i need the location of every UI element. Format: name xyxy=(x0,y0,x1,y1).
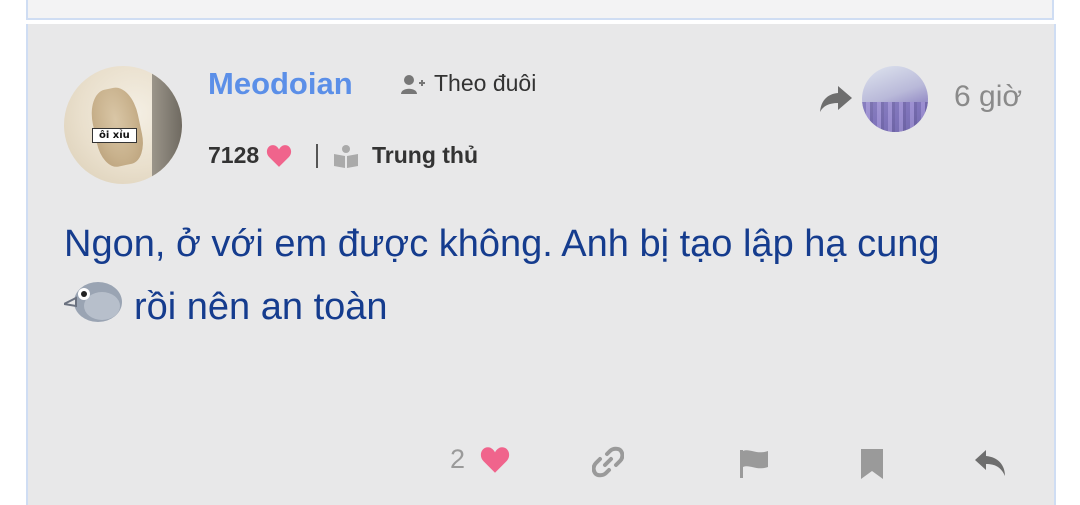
reply-button[interactable] xyxy=(974,448,1008,478)
avatar-cat xyxy=(86,84,148,170)
bird-emoji xyxy=(60,274,124,344)
rank-label: Trung thủ xyxy=(372,142,479,168)
report-button[interactable] xyxy=(738,448,770,480)
bookmark-button[interactable] xyxy=(860,448,884,480)
content-line-2-row: rồi nên an toàn xyxy=(60,274,1024,344)
follow-label: Theo đuôi xyxy=(434,70,537,96)
username-link[interactable]: Meodoian xyxy=(208,66,353,102)
heart-icon xyxy=(267,144,292,167)
previous-post-card xyxy=(26,0,1054,20)
share-icon[interactable] xyxy=(818,84,854,114)
copy-link-button[interactable] xyxy=(592,446,624,478)
avatar-caption: ôi xỉu xyxy=(92,128,137,143)
avatar-wall xyxy=(152,66,182,184)
like-heart-icon xyxy=(480,446,510,473)
user-rank: Trung thủ xyxy=(332,142,478,169)
divider xyxy=(316,144,318,168)
like-count: 2 xyxy=(450,444,466,474)
post-actions: 2 xyxy=(448,444,1048,484)
post-card: ôi xỉu Meodoian Theo đuôi 7128 Trung thủ… xyxy=(26,24,1056,505)
shared-user-avatar[interactable] xyxy=(862,66,928,132)
bookmark-icon xyxy=(861,449,883,479)
flag-icon xyxy=(740,450,768,478)
post-content: Ngon, ở với em được không. Anh bị tạo lậ… xyxy=(60,214,1024,344)
like-button[interactable]: 2 xyxy=(450,444,511,475)
follow-user-icon xyxy=(401,74,425,94)
content-line-1: Ngon, ở với em được không. Anh bị tạo lậ… xyxy=(64,223,940,265)
link-icon xyxy=(592,446,624,478)
content-line-2: rồi nên an toàn xyxy=(134,286,388,329)
post-time: 6 giờ xyxy=(954,80,1023,113)
photo-flowers xyxy=(862,102,928,132)
points-value: 7128 xyxy=(208,142,260,168)
rank-book-icon xyxy=(334,144,358,168)
follow-button[interactable]: Theo đuôi xyxy=(400,70,536,97)
avatar[interactable]: ôi xỉu xyxy=(64,66,182,184)
reply-icon xyxy=(975,450,1005,476)
user-points: 7128 xyxy=(208,142,293,169)
